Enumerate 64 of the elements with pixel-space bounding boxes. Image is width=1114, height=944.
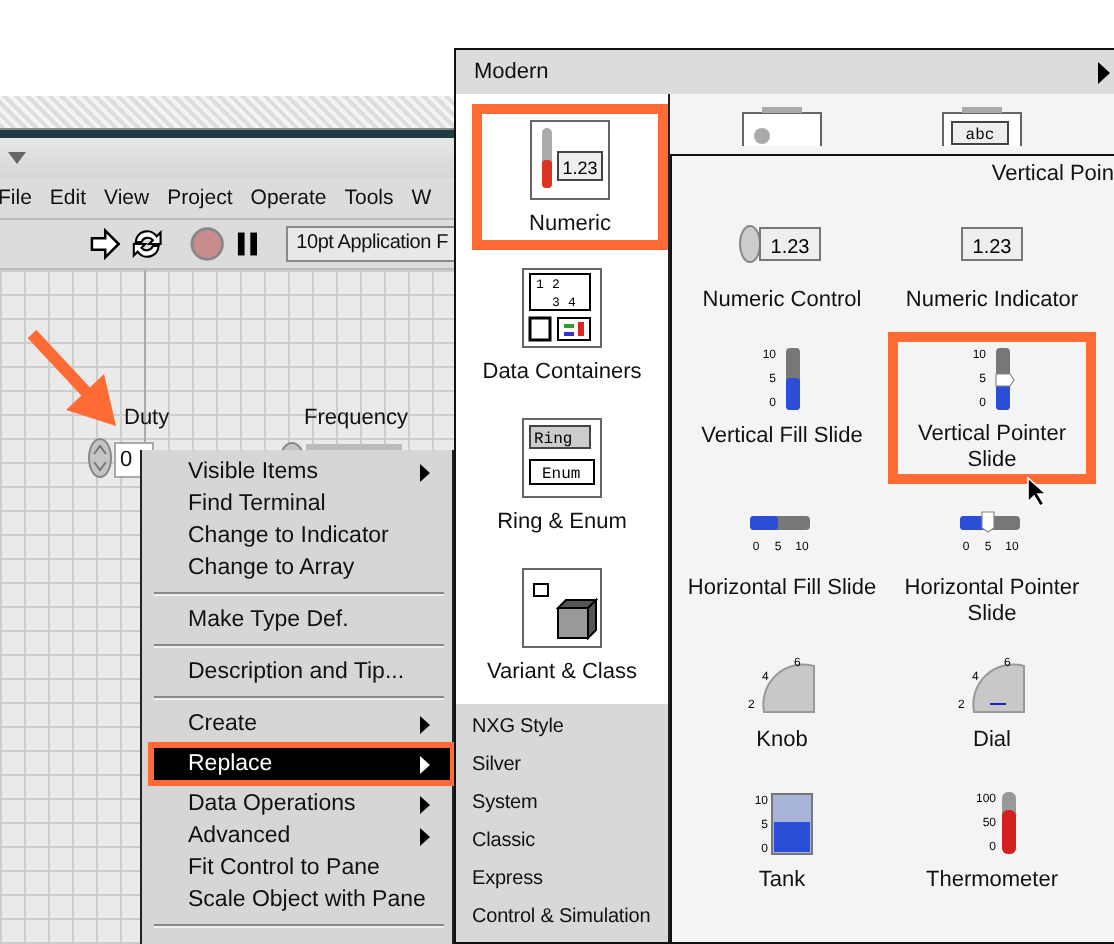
menu-item[interactable]: Advanced bbox=[154, 820, 450, 852]
category-tile[interactable]: Variant & Class bbox=[456, 550, 668, 700]
menu-item[interactable]: Scale Object with Pane bbox=[154, 884, 450, 916]
category-tile[interactable]: Ring Enum Ring & Enum bbox=[456, 400, 668, 550]
style-item[interactable]: Express bbox=[472, 860, 668, 898]
menu-item[interactable]: Find Terminal bbox=[154, 488, 450, 520]
ring-folder-icon: Ring Enum bbox=[522, 417, 602, 497]
item-label: Numeric Control bbox=[702, 288, 862, 314]
menu-item[interactable]: Data Operations bbox=[154, 788, 450, 820]
menu-item[interactable]: Change to Array bbox=[154, 552, 450, 584]
category-label: Ring & Enum bbox=[497, 509, 627, 533]
item-label: Tank bbox=[758, 868, 806, 894]
palette-title: Modern bbox=[474, 60, 549, 84]
item-label: Horizontal Pointer Slide bbox=[902, 576, 1082, 628]
menu-item[interactable]: W bbox=[411, 186, 432, 210]
menu-item[interactable]: File bbox=[0, 186, 32, 210]
control-label: Frequency bbox=[304, 406, 408, 430]
style-item[interactable]: NXG Style bbox=[472, 708, 668, 746]
expand-arrow-icon[interactable] bbox=[1098, 61, 1110, 83]
category-tile[interactable]: 1.23 Numeric bbox=[472, 104, 668, 250]
style-item[interactable]: System bbox=[472, 784, 668, 822]
dropdown-icon[interactable] bbox=[8, 152, 26, 164]
style-item[interactable]: Silver bbox=[472, 746, 668, 784]
increment-icon[interactable] bbox=[88, 438, 112, 478]
menu-item[interactable]: Change to Indicator bbox=[154, 520, 450, 552]
cube-folder-icon bbox=[522, 567, 602, 647]
palette-item[interactable]: 1.23 Numeric Indicator bbox=[888, 196, 1096, 332]
item-label: Horizontal Fill Slide bbox=[687, 576, 877, 602]
callout-arrow bbox=[28, 330, 120, 430]
category-label: Numeric bbox=[529, 211, 611, 235]
stop-icon[interactable] bbox=[190, 226, 226, 262]
hover-title: Vertical Poin bbox=[991, 162, 1114, 186]
menu-item[interactable]: Visible Items bbox=[154, 456, 450, 488]
cycle-arrows-icon[interactable] bbox=[130, 226, 165, 262]
style-item[interactable]: Control & Simulation bbox=[472, 898, 668, 936]
style-item[interactable]: Classic bbox=[472, 822, 668, 860]
item-label: Knob bbox=[756, 728, 808, 754]
palette-item[interactable]: 1.23 Numeric Control bbox=[676, 196, 888, 332]
font-selector[interactable]: 10pt Application F bbox=[286, 226, 456, 262]
menu-item[interactable]: Fit Control to Pane bbox=[154, 852, 450, 884]
cursor-icon bbox=[1026, 476, 1050, 508]
menu-item[interactable]: View bbox=[104, 186, 150, 210]
run-arrow-icon[interactable] bbox=[90, 228, 121, 260]
category-label: Variant & Class bbox=[487, 659, 637, 683]
category-label: Data Containers bbox=[482, 359, 642, 383]
pause-icon[interactable] bbox=[235, 230, 259, 258]
boolean-folder-icon bbox=[742, 106, 822, 146]
string-folder-icon: abc bbox=[942, 106, 1022, 146]
menu-item[interactable]: Operate bbox=[250, 186, 327, 210]
item-label: Vertical Fill Slide bbox=[701, 424, 863, 450]
menu-item[interactable]: Description and Tip... bbox=[154, 656, 450, 688]
menu-item[interactable]: Project bbox=[167, 186, 233, 210]
menu-item[interactable]: Edit bbox=[49, 186, 87, 210]
control-label: Duty bbox=[124, 406, 170, 430]
menu-item[interactable]: Make Type Def. bbox=[154, 604, 450, 636]
numeric-folder-icon: 1.23 bbox=[530, 119, 610, 199]
item-label: Numeric Indicator bbox=[905, 288, 1079, 314]
menu-item[interactable]: Replace bbox=[154, 748, 450, 780]
item-label: Dial bbox=[973, 728, 1011, 754]
menu-item[interactable]: Create bbox=[154, 708, 450, 740]
menu-item[interactable]: Tools bbox=[344, 186, 394, 210]
item-label: Vertical Pointer Slide bbox=[916, 422, 1068, 474]
numeric-indicator-icon: 1.23 bbox=[960, 224, 1024, 264]
item-label: Thermometer bbox=[925, 868, 1059, 894]
